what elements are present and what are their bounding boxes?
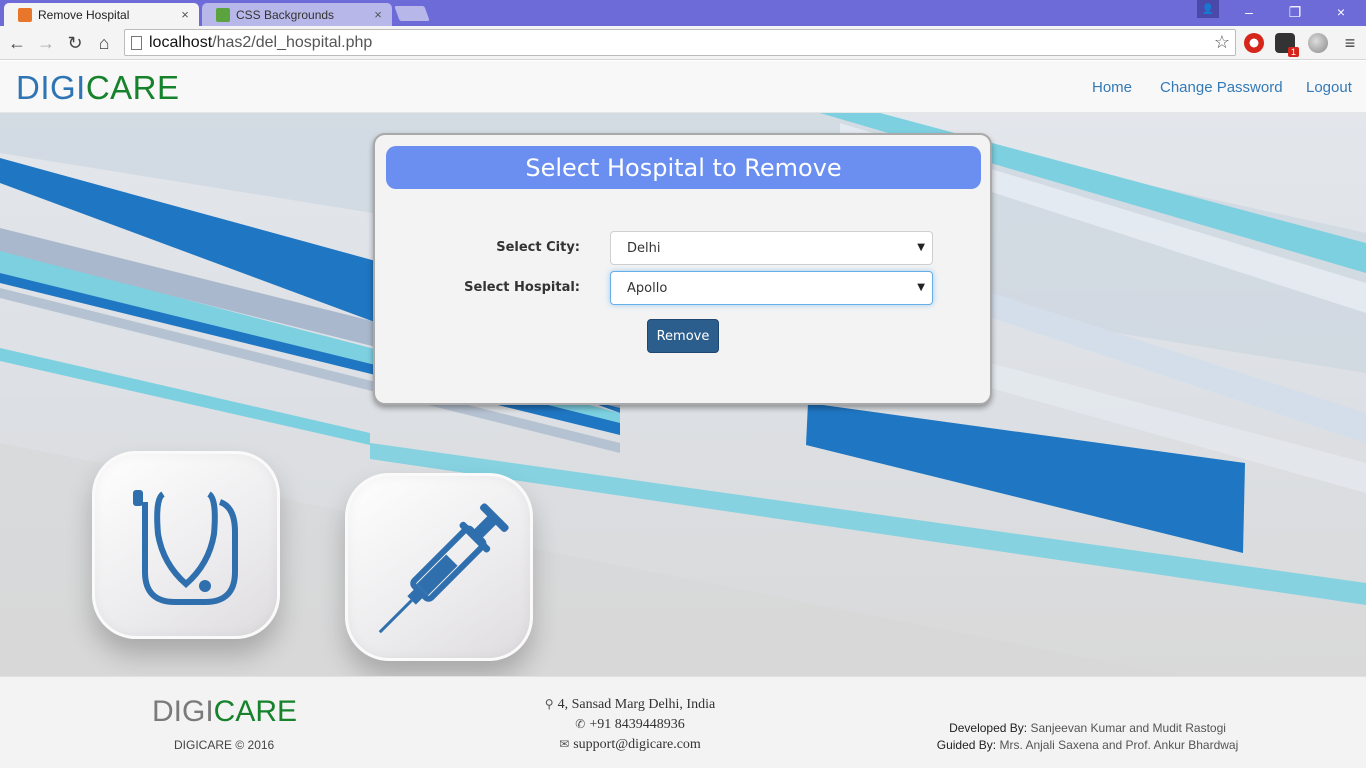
stethoscope-icon xyxy=(133,490,238,605)
footer-copyright: DIGICARE © 2016 xyxy=(174,738,275,752)
footer-address: ⚲ 4, Sansad Marg Delhi, India xyxy=(480,697,780,713)
stethoscope-tile xyxy=(92,451,280,639)
w3schools-favicon-icon xyxy=(216,7,230,22)
guided-by-label: Guided By: xyxy=(936,738,997,752)
hospital-select[interactable]: Apollo ▼ xyxy=(610,271,933,305)
menu-icon[interactable]: ≡ xyxy=(1338,31,1362,55)
chat-extension-icon[interactable]: 1 xyxy=(1275,33,1299,57)
new-tab-button[interactable] xyxy=(394,6,430,21)
footer-email: ✉ support@digicare.com xyxy=(480,737,780,753)
footer-phone-text: +91 8439448936 xyxy=(589,717,685,732)
tab-title: CSS Backgrounds xyxy=(236,7,335,22)
developed-by-line: Developed By: Sanjeevan Kumar and Mudit … xyxy=(880,721,1295,735)
forward-icon[interactable]: → xyxy=(34,31,58,55)
footer-brand: DIGICARE xyxy=(152,695,297,729)
footer-brand-digi: DIGI xyxy=(152,695,214,728)
brand-digi: DIGI xyxy=(16,69,86,106)
globe-extension-icon[interactable] xyxy=(1308,33,1328,53)
brand-logo[interactable]: DIGICARE xyxy=(16,69,180,107)
nav-change-password-link[interactable]: Change Password xyxy=(1160,79,1283,96)
nav-logout-link[interactable]: Logout xyxy=(1306,79,1352,96)
chevron-down-icon: ▼ xyxy=(917,242,925,253)
footer-address-text: 4, Sansad Marg Delhi, India xyxy=(557,697,716,712)
syringe-icon xyxy=(378,503,509,634)
guided-by-names: Mrs. Anjali Saxena and Prof. Ankur Bhard… xyxy=(999,738,1239,752)
opera-extension-icon[interactable] xyxy=(1244,33,1264,53)
developed-by-names: Sanjeevan Kumar and Mudit Rastogi xyxy=(1030,721,1226,735)
tab-remove-hospital[interactable]: Remove Hospital × xyxy=(4,3,199,26)
extension-badge: 1 xyxy=(1287,47,1299,57)
address-bar[interactable]: localhost/has2/del_hospital.php ☆ xyxy=(124,29,1236,56)
browser-tabstrip: Remove Hospital × CSS Backgrounds × 👤 – … xyxy=(0,0,1366,26)
hospital-label: Select Hospital: xyxy=(464,280,580,295)
city-label: Select City: xyxy=(496,240,580,255)
tab-title: Remove Hospital xyxy=(38,7,130,22)
tab-close-icon[interactable]: × xyxy=(179,7,191,22)
envelope-icon: ✉ xyxy=(559,737,570,751)
profile-icon[interactable]: 👤 xyxy=(1197,0,1219,18)
page-icon xyxy=(131,36,142,50)
address-path: /has2/del_hospital.php xyxy=(212,33,373,51)
brand-care: CARE xyxy=(85,69,180,106)
minimize-icon[interactable]: – xyxy=(1226,0,1272,24)
remove-hospital-form: Select Hospital to Remove Select City: D… xyxy=(373,133,992,405)
footer-brand-care: CARE xyxy=(213,695,298,728)
window-close-icon[interactable]: × xyxy=(1318,0,1364,24)
site-header: DIGICARE Home Change Password Logout xyxy=(0,61,1366,113)
hospital-select-value: Apollo xyxy=(627,280,668,296)
nav-home-link[interactable]: Home xyxy=(1092,79,1132,96)
browser-toolbar: ← → ↻ ⌂ localhost/has2/del_hospital.php … xyxy=(0,26,1366,60)
site-footer: DIGICARE DIGICARE © 2016 ⚲ 4, Sansad Marg… xyxy=(0,676,1366,768)
remove-button[interactable]: Remove xyxy=(647,319,719,353)
back-icon[interactable]: ← xyxy=(5,31,29,55)
tab-css-backgrounds[interactable]: CSS Backgrounds × xyxy=(202,3,392,26)
city-select-value: Delhi xyxy=(627,240,661,256)
chevron-down-icon: ▼ xyxy=(917,282,925,293)
restore-icon[interactable]: ❐ xyxy=(1272,0,1318,24)
home-icon[interactable]: ⌂ xyxy=(92,31,116,55)
address-host: localhost xyxy=(149,33,213,51)
reload-icon[interactable]: ↻ xyxy=(63,31,87,55)
map-marker-icon: ⚲ xyxy=(544,697,554,711)
footer-phone: ✆ +91 8439448936 xyxy=(480,717,780,733)
developed-by-label: Developed By: xyxy=(949,721,1028,735)
city-select[interactable]: Delhi ▼ xyxy=(610,231,933,265)
bookmark-star-icon[interactable]: ☆ xyxy=(1214,32,1230,53)
form-title: Select Hospital to Remove xyxy=(386,146,981,189)
guided-by-line: Guided By: Mrs. Anjali Saxena and Prof. … xyxy=(880,738,1295,752)
syringe-tile xyxy=(345,473,533,661)
footer-email-text[interactable]: support@digicare.com xyxy=(573,737,701,752)
xampp-favicon-icon xyxy=(18,7,32,22)
tab-close-icon[interactable]: × xyxy=(372,7,384,22)
phone-icon: ✆ xyxy=(575,717,586,731)
